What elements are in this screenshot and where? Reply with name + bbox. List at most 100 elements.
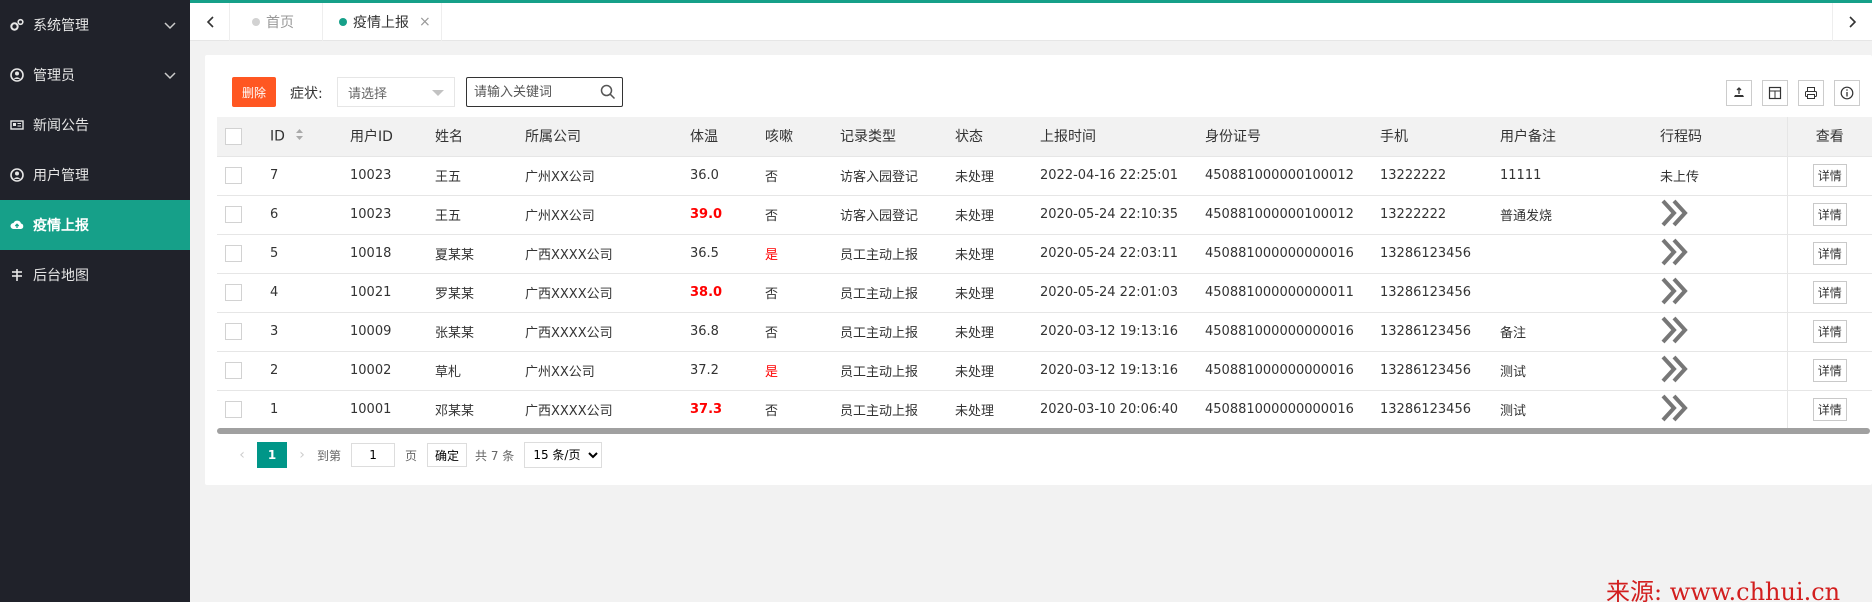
header-id[interactable]: ID <box>262 117 342 157</box>
cell-id-card: 450881000000000016 <box>1197 390 1372 429</box>
close-icon[interactable]: × <box>419 14 431 30</box>
cell-company: 广西XXXX公司 <box>517 312 682 352</box>
tab-home[interactable]: 首页 <box>252 3 294 41</box>
cell-trip-code <box>1652 390 1787 429</box>
cell-cough: 否 <box>757 195 832 235</box>
detail-button[interactable]: 详情 <box>1812 320 1847 343</box>
chevron-right-icon <box>1848 16 1856 28</box>
tab-epidemic-report[interactable]: 疫情上报 × <box>322 3 442 41</box>
cell-phone: 13286123456 <box>1372 234 1492 274</box>
double-chevron-right-icon[interactable] <box>1660 199 1690 231</box>
header-user-note: 用户备注 <box>1492 117 1652 157</box>
tab-bar: 首页 疫情上报 × <box>190 3 1872 41</box>
columns-icon[interactable] <box>1762 80 1788 106</box>
tab-dot <box>339 18 347 26</box>
total-count: 共 7 条 <box>475 448 515 463</box>
cell-company: 广西XXXX公司 <box>517 234 682 274</box>
sidebar-item-users[interactable]: 用户管理 <box>0 150 190 200</box>
double-chevron-right-icon[interactable] <box>1660 238 1690 270</box>
double-chevron-right-icon[interactable] <box>1660 277 1690 309</box>
detail-button[interactable]: 详情 <box>1812 203 1847 226</box>
cell-temperature: 37.3 <box>682 390 757 429</box>
row-checkbox[interactable] <box>225 323 242 340</box>
header-label: ID <box>270 128 285 145</box>
page-size-select[interactable]: 15 条/页 <box>524 442 603 468</box>
newspaper-icon <box>10 118 24 132</box>
detail-button[interactable]: 详情 <box>1812 164 1847 187</box>
cell-user-note: 普通发烧 <box>1492 195 1652 235</box>
cell-id-card: 450881000000100012 <box>1197 195 1372 235</box>
cell-phone: 13286123456 <box>1372 351 1492 391</box>
sidebar-item-news[interactable]: 新闻公告 <box>0 100 190 150</box>
select-all-checkbox[interactable] <box>225 127 242 145</box>
print-icon[interactable] <box>1798 80 1824 106</box>
detail-button[interactable]: 详情 <box>1812 398 1847 421</box>
cell-id-card: 450881000000000016 <box>1197 351 1372 391</box>
detail-button[interactable]: 详情 <box>1812 242 1847 265</box>
caret-down-icon <box>432 90 444 96</box>
cell-view: 详情 <box>1786 156 1872 196</box>
cell-status: 未处理 <box>947 234 1032 274</box>
horizontal-scrollbar[interactable] <box>217 428 1870 434</box>
sidebar-item-admin[interactable]: 管理员 <box>0 50 190 100</box>
sidebar-item-epidemic-report[interactable]: 疫情上报 <box>0 200 190 250</box>
delete-button[interactable]: 删除 <box>232 77 276 107</box>
cell-view: 详情 <box>1786 195 1872 235</box>
cell-phone: 13286123456 <box>1372 312 1492 352</box>
detail-button[interactable]: 详情 <box>1812 359 1847 382</box>
row-checkbox[interactable] <box>225 245 242 262</box>
tab-scroll-left-button[interactable] <box>190 3 230 41</box>
info-icon[interactable] <box>1834 80 1860 106</box>
header-name: 姓名 <box>427 117 517 157</box>
cell-name: 草札 <box>427 351 517 391</box>
double-chevron-right-icon[interactable] <box>1660 355 1690 387</box>
header-cough: 咳嗽 <box>757 117 832 157</box>
cell-id: 1 <box>262 390 342 429</box>
cell-user-id: 10001 <box>342 390 427 429</box>
search-input[interactable] <box>467 78 597 106</box>
table-row[interactable]: 2 10002 草札 广州XX公司 37.2 是员工主动上报 未处理 2020-03-12 1… <box>217 351 1872 391</box>
double-chevron-right-icon[interactable] <box>1660 394 1690 426</box>
sidebar-item-label: 用户管理 <box>33 168 89 184</box>
row-checkbox-cell <box>217 312 262 352</box>
table-row[interactable]: 5 10018 夏某某 广西XXXX公司 36.5 是员工主动上报 未处理 2020-05-2… <box>217 234 1872 274</box>
confirm-page-button[interactable]: 确定 <box>427 443 468 467</box>
table-row[interactable]: 1 10001 邓某某 广西XXXX公司 37.3 否员工主动上报 未处理 2020-03-1… <box>217 390 1872 429</box>
goto-page-input[interactable] <box>351 443 396 467</box>
row-checkbox[interactable] <box>225 401 242 418</box>
sidebar-item-label: 疫情上报 <box>33 218 89 234</box>
current-page[interactable]: 1 <box>257 442 287 468</box>
table-row[interactable]: 4 10021 罗某某 广西XXXX公司 38.0 否员工主动上报 未处理 2020-05-2… <box>217 273 1872 313</box>
row-checkbox[interactable] <box>225 206 242 223</box>
next-page-icon[interactable]: › <box>287 447 317 463</box>
page-unit-label: 页 <box>405 448 418 463</box>
cell-company: 广州XX公司 <box>517 351 682 391</box>
sidebar-item-map[interactable]: 后台地图 <box>0 250 190 300</box>
row-checkbox[interactable] <box>225 167 242 184</box>
cell-trip-code <box>1652 312 1787 352</box>
table-row[interactable]: 6 10023 王五 广州XX公司 39.0 否访客入园登记 未处理 2020-05-24 2… <box>217 195 1872 235</box>
search-icon[interactable] <box>600 84 616 104</box>
tab-dot <box>252 18 260 26</box>
chevron-left-icon <box>206 16 214 28</box>
detail-button[interactable]: 详情 <box>1812 281 1847 304</box>
prev-page-icon[interactable]: ‹ <box>227 447 257 463</box>
header-report-time: 上报时间 <box>1032 117 1197 157</box>
sidebar-item-system[interactable]: 系统管理 <box>0 0 190 50</box>
row-checkbox[interactable] <box>225 284 242 301</box>
symptom-select[interactable]: 请选择 <box>337 77 455 107</box>
row-checkbox[interactable] <box>225 362 242 379</box>
row-checkbox-cell <box>217 351 262 391</box>
cell-record-type: 员工主动上报 <box>832 312 947 352</box>
cell-temperature: 38.0 <box>682 273 757 313</box>
table-row[interactable]: 7 10023 王五 广州XX公司 36.0 否访客入园登记 未处理 2022-04-16 2… <box>217 156 1872 196</box>
tab-scroll-right-button[interactable] <box>1832 3 1872 41</box>
sort-icon[interactable] <box>295 128 304 145</box>
double-chevron-right-icon[interactable] <box>1660 316 1690 348</box>
search-box <box>466 77 623 107</box>
data-table: ID 用户ID 姓名 所属公司 体温 咳嗽 记录类型 状态 上报时间 身份证号 … <box>217 117 1872 429</box>
table-row[interactable]: 3 10009 张某某 广西XXXX公司 36.8 否员工主动上报 未处理 2020-03-1… <box>217 312 1872 352</box>
cell-id: 4 <box>262 273 342 313</box>
export-icon[interactable] <box>1726 80 1752 106</box>
cell-user-note <box>1492 234 1652 274</box>
